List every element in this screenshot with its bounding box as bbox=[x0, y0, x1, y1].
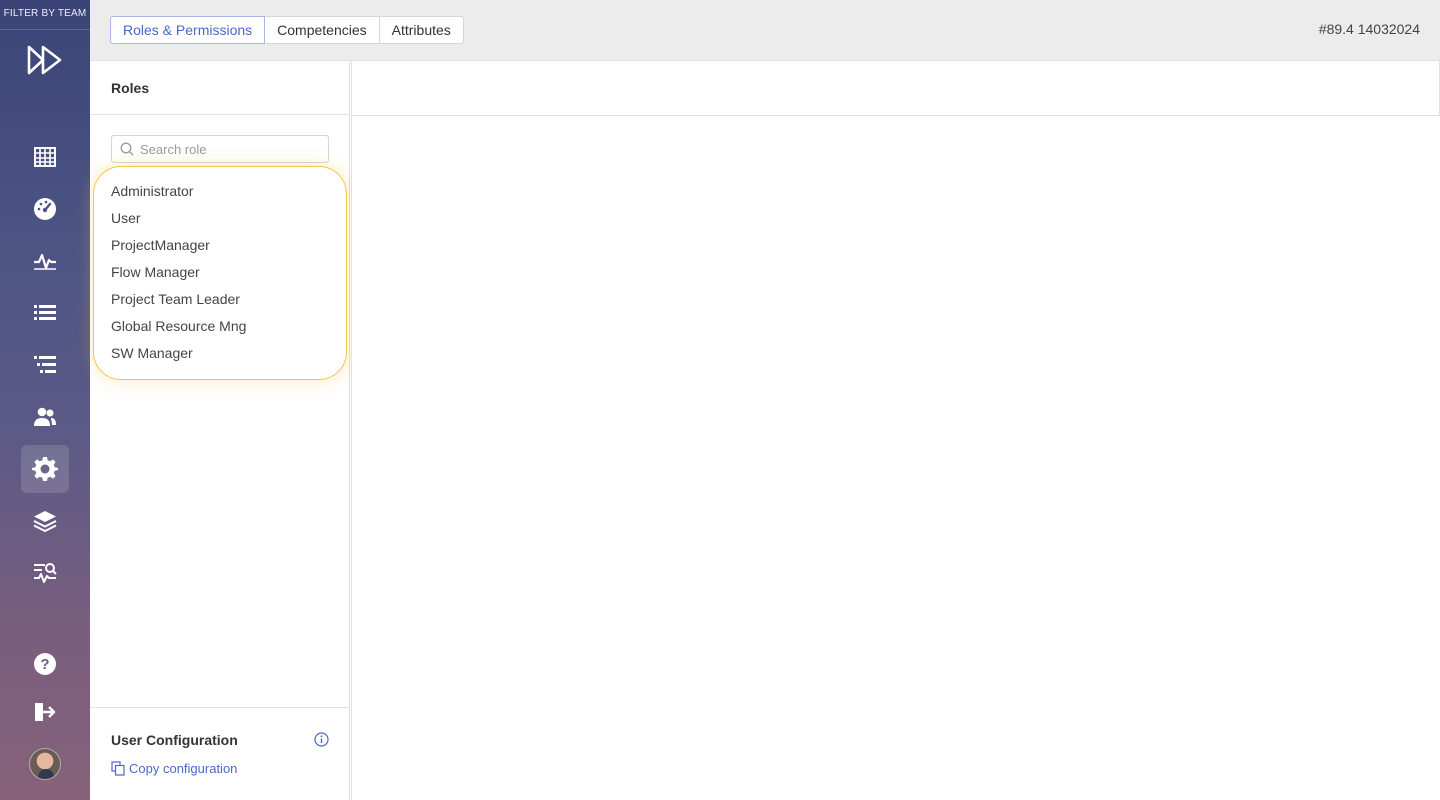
tab-competencies[interactable]: Competencies bbox=[264, 16, 380, 44]
dashboard-gauge-icon[interactable] bbox=[21, 185, 69, 233]
settings-tabs: Roles & Permissions Competencies Attribu… bbox=[110, 16, 464, 44]
info-icon[interactable] bbox=[314, 732, 329, 747]
role-item-administrator[interactable]: Administrator bbox=[94, 178, 346, 205]
help-icon[interactable]: ? bbox=[21, 640, 69, 688]
users-icon[interactable] bbox=[21, 393, 69, 441]
user-avatar[interactable] bbox=[29, 748, 61, 780]
svg-text:?: ? bbox=[40, 656, 49, 673]
tree-list-icon[interactable] bbox=[21, 341, 69, 389]
role-item-project-team-leader[interactable]: Project Team Leader bbox=[94, 286, 346, 313]
copy-configuration-link[interactable]: Copy configuration bbox=[111, 761, 237, 776]
tab-roles-permissions[interactable]: Roles & Permissions bbox=[110, 16, 266, 44]
role-list: Administrator User ProjectManager Flow M… bbox=[93, 166, 347, 380]
search-role-input[interactable] bbox=[140, 141, 320, 157]
activity-pulse-icon[interactable] bbox=[21, 237, 69, 285]
roles-panel: Roles Administrator User ProjectManager … bbox=[90, 61, 350, 800]
settings-gear-icon[interactable] bbox=[21, 445, 69, 493]
role-item-user[interactable]: User bbox=[94, 205, 346, 232]
analytics-search-icon[interactable] bbox=[21, 549, 69, 597]
version-label: #89.4 14032024 bbox=[1318, 21, 1420, 37]
logout-icon[interactable] bbox=[21, 688, 69, 736]
role-item-flow-manager[interactable]: Flow Manager bbox=[94, 259, 346, 286]
tab-attributes[interactable]: Attributes bbox=[378, 16, 464, 44]
planner-grid-icon[interactable] bbox=[21, 133, 69, 181]
layers-icon[interactable] bbox=[21, 497, 69, 545]
filter-by-team-button[interactable]: FILTER BY TEAM bbox=[0, 0, 90, 30]
user-configuration-title: User Configuration bbox=[111, 732, 238, 748]
role-item-project-manager[interactable]: ProjectManager bbox=[94, 232, 346, 259]
left-nav-rail: FILTER BY TEAM ? bbox=[0, 0, 90, 800]
role-item-sw-manager[interactable]: SW Manager bbox=[94, 340, 346, 367]
search-icon bbox=[120, 142, 134, 156]
role-detail-panel bbox=[351, 61, 1440, 800]
top-bar: Roles & Permissions Competencies Attribu… bbox=[90, 0, 1440, 61]
user-configuration-section: User Configuration Copy configuration bbox=[90, 707, 349, 800]
copy-configuration-label: Copy configuration bbox=[129, 761, 238, 776]
role-item-global-resource-mng[interactable]: Global Resource Mng bbox=[94, 313, 346, 340]
search-role-box[interactable] bbox=[111, 135, 329, 163]
roles-title: Roles bbox=[90, 61, 349, 115]
copy-icon bbox=[111, 761, 125, 776]
role-detail-header bbox=[352, 61, 1440, 116]
list-icon[interactable] bbox=[21, 289, 69, 337]
app-logo-icon[interactable] bbox=[27, 44, 63, 76]
